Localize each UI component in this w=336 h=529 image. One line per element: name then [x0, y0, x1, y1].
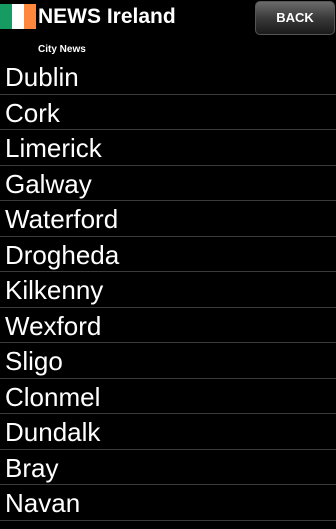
- city-list-item[interactable]: Bray: [0, 450, 336, 485]
- city-list-item[interactable]: Cork: [0, 95, 336, 130]
- city-list-item[interactable]: Dublin: [0, 59, 336, 95]
- flag-stripe-white: [12, 4, 24, 29]
- ireland-flag-icon: [0, 4, 36, 29]
- city-list-item[interactable]: Sligo: [0, 343, 336, 379]
- flag-stripe-orange: [24, 4, 36, 29]
- city-list-item[interactable]: Navan: [0, 485, 336, 521]
- back-button[interactable]: BACK: [255, 1, 335, 35]
- app-title: NEWS Ireland: [38, 5, 176, 28]
- city-list-item[interactable]: Clonmel: [0, 379, 336, 414]
- flag-stripe-green: [0, 4, 12, 29]
- section-label: City News: [38, 44, 86, 55]
- city-list-item[interactable]: Waterford: [0, 201, 336, 237]
- city-list-item[interactable]: Dundalk: [0, 414, 336, 450]
- city-list-item[interactable]: Galway: [0, 166, 336, 201]
- city-list-item[interactable]: Wexford: [0, 308, 336, 343]
- city-list-item[interactable]: Kilkenny: [0, 272, 336, 308]
- city-list-item[interactable]: Drogheda: [0, 237, 336, 272]
- city-list: Dublin Cork Limerick Galway Waterford Droghed…: [0, 59, 336, 521]
- app-header: NEWS Ireland BACK: [0, 0, 336, 36]
- city-list-item[interactable]: Limerick: [0, 130, 336, 166]
